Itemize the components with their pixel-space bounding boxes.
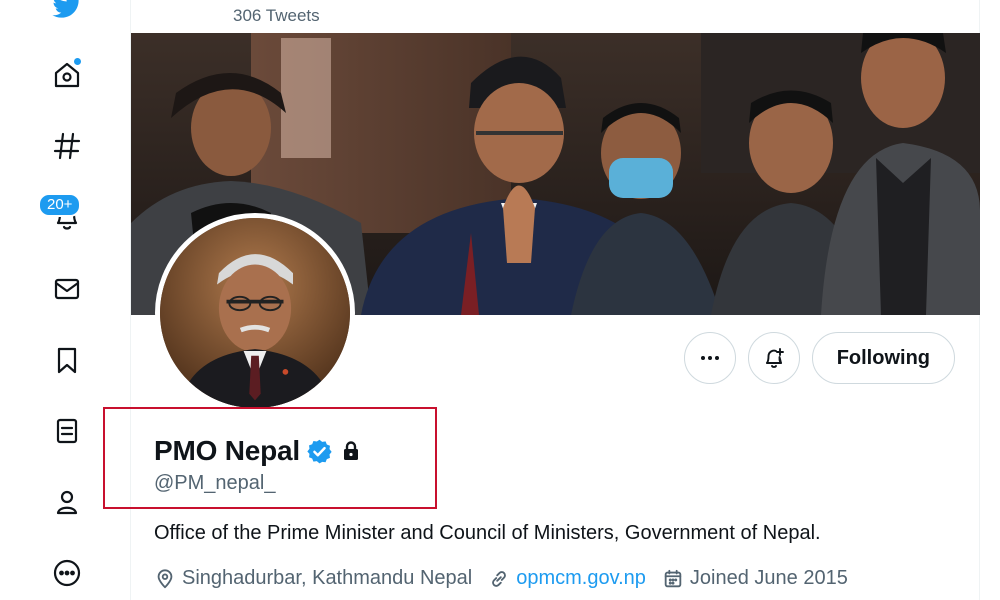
- more-options-button[interactable]: [683, 332, 736, 384]
- notify-bell-button[interactable]: [747, 332, 800, 384]
- profile-name-row: PMO Nepal: [154, 435, 363, 467]
- profile-column: 306 Tweets Following PMO Nepal @PM_nepal…: [130, 0, 980, 600]
- profile-actions: Following: [683, 332, 955, 384]
- location-pin-icon: [157, 568, 173, 588]
- more-dots-icon: [700, 356, 719, 360]
- profile-bio: Office of the Prime Minister and Council…: [154, 522, 821, 544]
- link-icon: [492, 570, 507, 587]
- left-nav: 20+: [0, 0, 130, 600]
- joined-text: Joined June 2015: [689, 567, 848, 589]
- twitter-logo-icon[interactable]: [46, 0, 88, 28]
- profile-person-icon[interactable]: [46, 481, 88, 523]
- profile-name: PMO Nepal: [154, 435, 301, 466]
- location-text: Singhadurbar, Kathmandu Nepal: [182, 567, 473, 589]
- unread-dot: [73, 57, 82, 66]
- avatar-photo: [160, 218, 350, 408]
- protected-lock-icon: [339, 439, 363, 463]
- joined-item: Joined June 2015: [662, 567, 848, 590]
- profile-handle: @PM_nepal_: [154, 472, 276, 494]
- website-item: opmcm.gov.np: [488, 567, 646, 590]
- following-button[interactable]: Following: [811, 332, 955, 384]
- messages-envelope-icon[interactable]: [46, 268, 88, 310]
- tweet-count: 306 Tweets: [233, 6, 320, 25]
- bookmarks-icon[interactable]: [46, 339, 88, 381]
- more-circle-icon[interactable]: [46, 552, 88, 594]
- bell-plus-icon: [765, 348, 784, 368]
- calendar-icon: [664, 569, 682, 587]
- verified-badge-icon: [306, 438, 333, 465]
- notifications-badge: 20+: [38, 193, 82, 217]
- home-icon[interactable]: [46, 54, 88, 96]
- website-link[interactable]: opmcm.gov.np: [516, 567, 646, 590]
- profile-meta: Singhadurbar, Kathmandu Nepal opmcm.gov.…: [154, 567, 864, 590]
- location-item: Singhadurbar, Kathmandu Nepal: [154, 567, 472, 590]
- explore-hashtag-icon[interactable]: [46, 125, 88, 167]
- profile-avatar[interactable]: [155, 213, 355, 413]
- lists-icon[interactable]: [46, 410, 88, 452]
